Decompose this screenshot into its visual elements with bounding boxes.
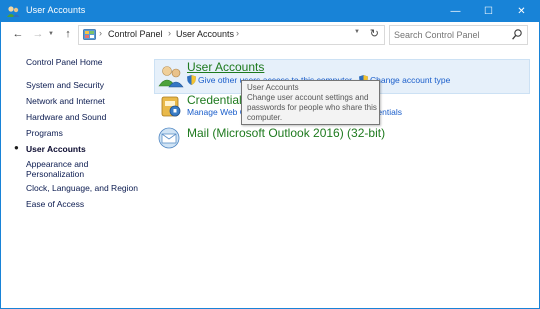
sidebar: Control Panel Home System and Security N… — [1, 46, 151, 308]
maximize-button[interactable]: ☐ — [472, 1, 505, 22]
user-accounts-category-title[interactable]: User Accounts — [187, 60, 264, 74]
sidebar-item-control-panel-home[interactable]: Control Panel Home — [26, 57, 103, 67]
manage-web-credentials-link[interactable]: Manage Web Credentials — [187, 107, 243, 117]
sidebar-item-system-and-security[interactable]: System and Security — [26, 80, 104, 90]
sidebar-item-ease-of-access[interactable]: Ease of Access — [26, 199, 84, 209]
sidebar-item-hardware-and-sound[interactable]: Hardware and Sound — [26, 112, 106, 122]
breadcrumb-user-accounts[interactable]: User Accounts — [176, 29, 234, 39]
breadcrumb-separator-icon[interactable]: › — [168, 28, 171, 38]
sidebar-item-network-and-internet[interactable]: Network and Internet — [26, 96, 105, 106]
mail-icon[interactable] — [156, 125, 182, 151]
minimize-button[interactable]: — — [439, 1, 472, 22]
refresh-icon[interactable]: ↻ — [370, 27, 379, 40]
search-box[interactable] — [389, 25, 528, 45]
user-accounts-app-icon — [7, 6, 20, 17]
current-page-bullet-icon: ● — [14, 143, 19, 152]
user-accounts-window: User Accounts — ☐ ✕ ← → ▼ ↑ › Control Pa… — [0, 0, 540, 309]
navigation-bar: ← → ▼ ↑ › Control Panel › User Accounts … — [1, 22, 539, 46]
control-panel-icon — [83, 29, 96, 40]
breadcrumb-separator-icon[interactable]: › — [99, 28, 102, 38]
mail-category-title[interactable]: Mail (Microsoft Outlook 2016) (32-bit) — [187, 126, 385, 140]
tooltip-body: Change user account settings and passwor… — [247, 93, 377, 122]
address-bar[interactable]: › Control Panel › User Accounts › ▼ ↻ — [78, 25, 385, 45]
address-dropdown-chevron-icon[interactable]: ▼ — [354, 29, 360, 35]
sidebar-item-user-accounts[interactable]: User Accounts — [26, 144, 86, 154]
search-input[interactable] — [394, 28, 504, 41]
title-bar[interactable]: User Accounts — ☐ ✕ — [1, 1, 539, 22]
sidebar-item-appearance-and-personalization[interactable]: Appearance and Personalization — [26, 159, 126, 179]
change-account-type-link[interactable]: Change account type — [370, 75, 450, 85]
forward-arrow-icon[interactable]: → — [30, 24, 46, 44]
back-arrow-icon[interactable]: ← — [10, 24, 26, 44]
uac-shield-icon — [187, 75, 196, 85]
search-icon[interactable] — [512, 29, 522, 40]
tooltip-title: User Accounts — [247, 83, 299, 92]
close-button[interactable]: ✕ — [505, 1, 538, 22]
credential-manager-icon[interactable] — [158, 94, 184, 120]
sidebar-item-programs[interactable]: Programs — [26, 128, 63, 138]
sidebar-item-clock-language-and-region[interactable]: Clock, Language, and Region — [26, 183, 138, 193]
user-accounts-icon[interactable] — [158, 63, 184, 89]
recent-locations-chevron-icon[interactable]: ▼ — [46, 24, 56, 44]
breadcrumb-separator-icon[interactable]: › — [236, 28, 239, 38]
user-accounts-tooltip: User Accounts Change user account settin… — [241, 80, 380, 125]
credential-manager-category-title[interactable]: Credential Manager — [187, 93, 243, 107]
window-title: User Accounts — [26, 5, 86, 15]
up-arrow-icon[interactable]: ↑ — [60, 24, 76, 44]
breadcrumb-control-panel[interactable]: Control Panel — [108, 29, 163, 39]
